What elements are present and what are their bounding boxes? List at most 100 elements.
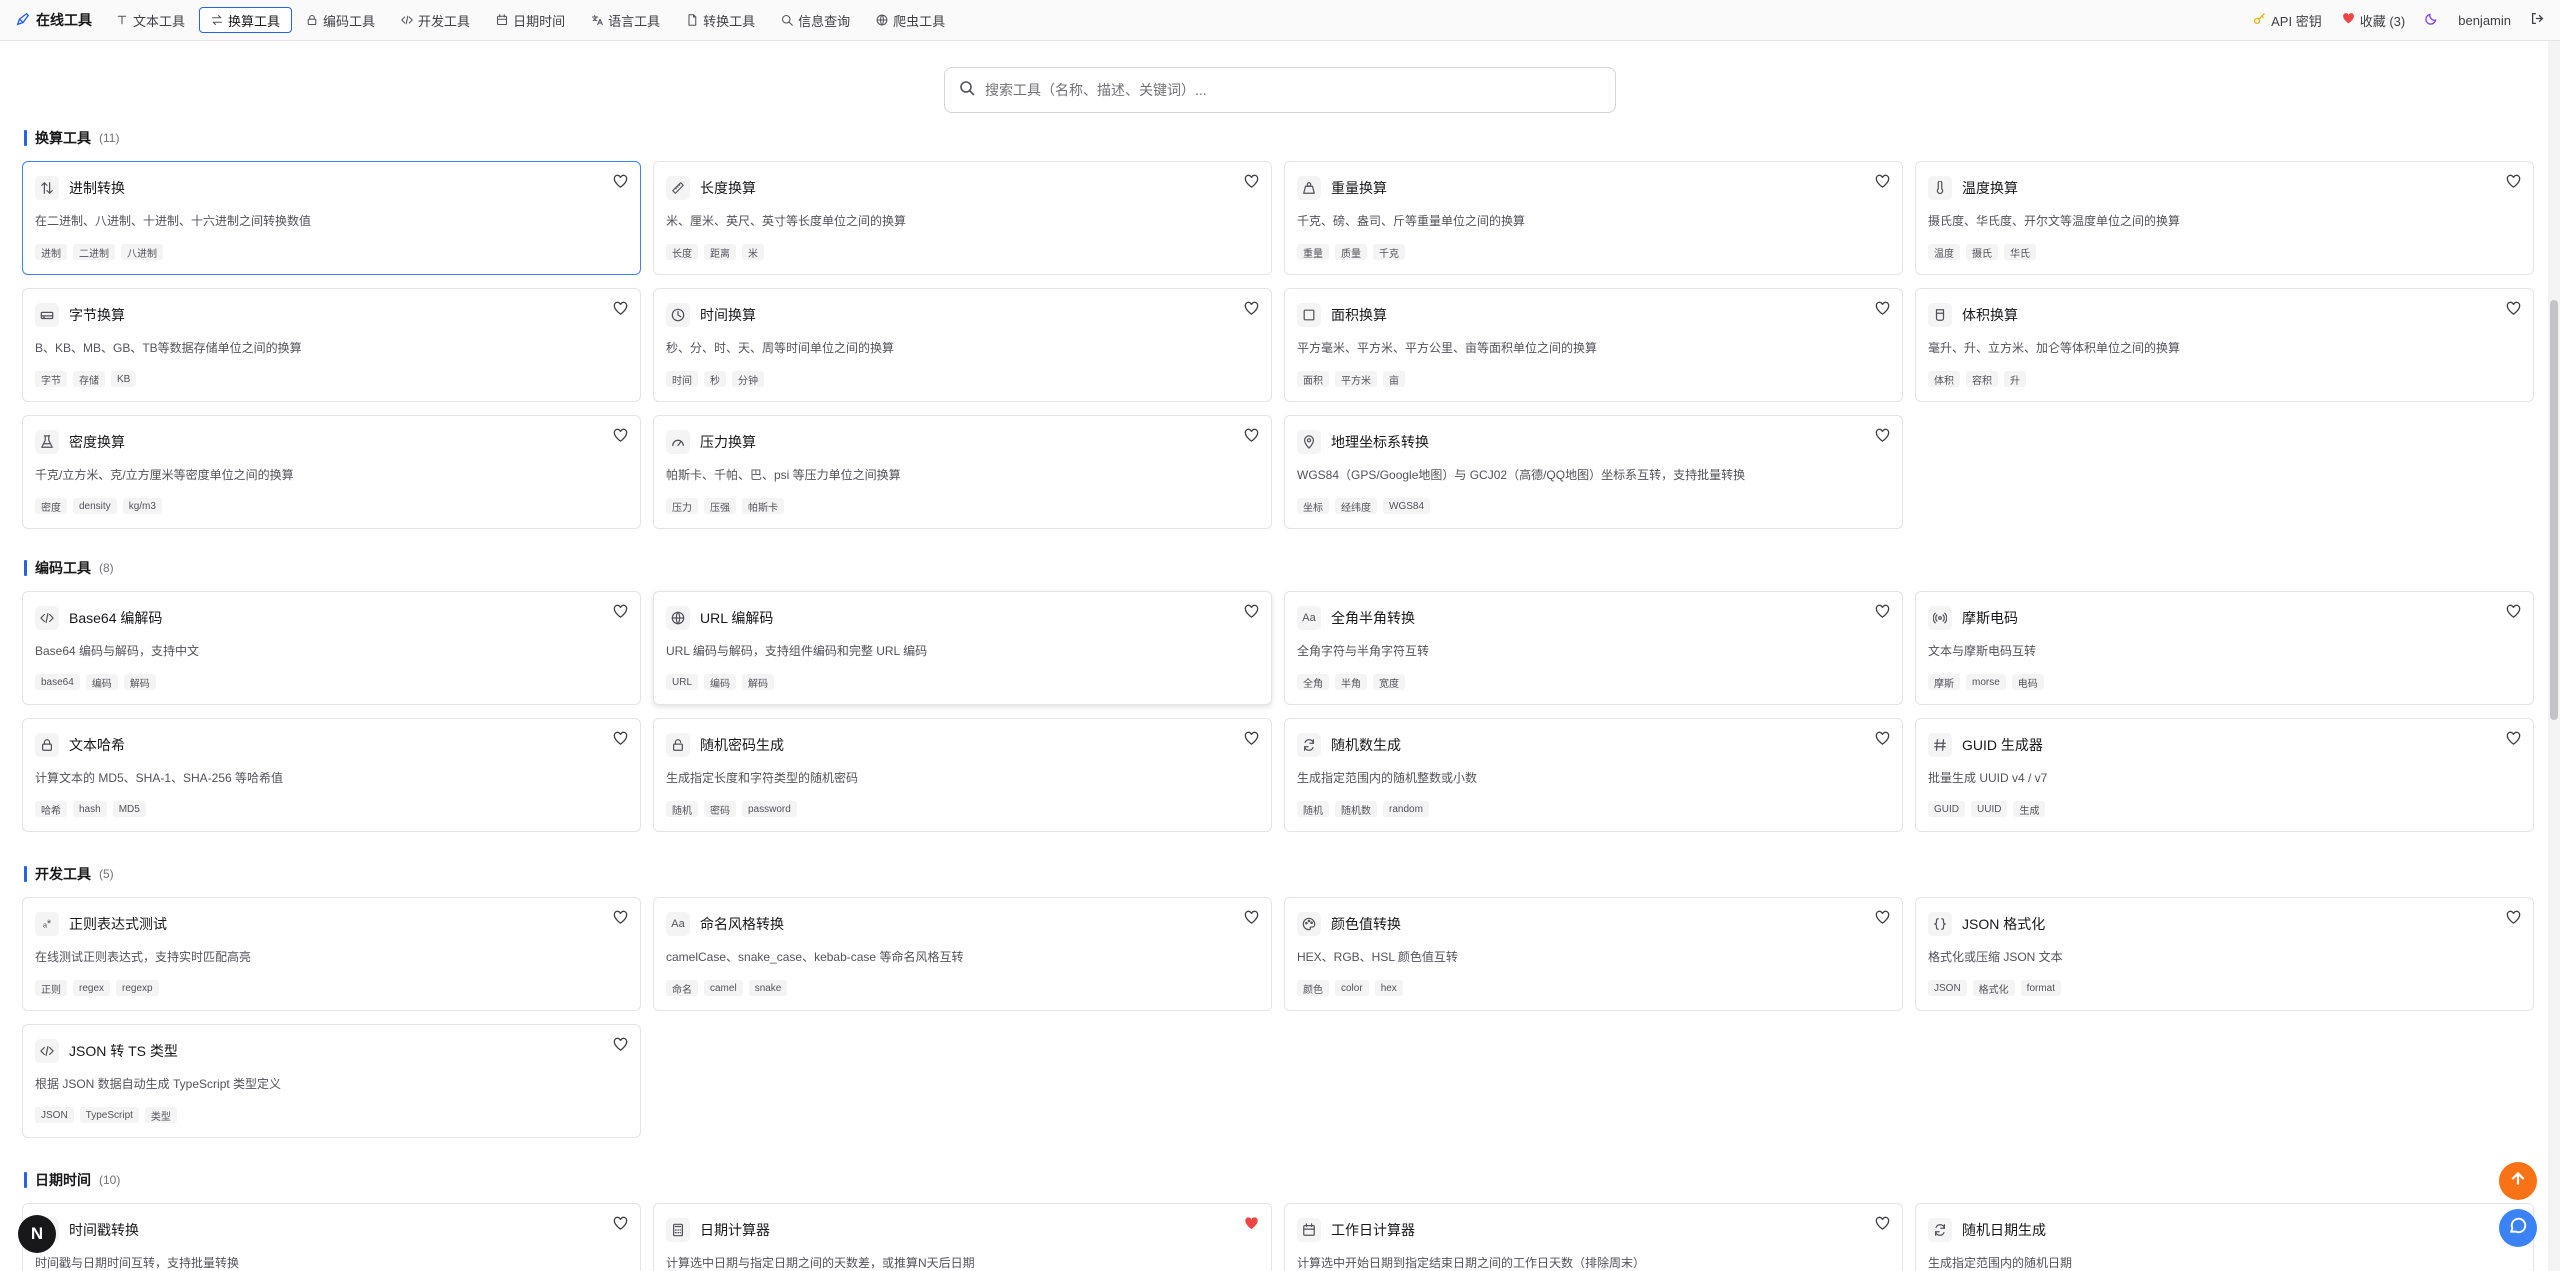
logout-button[interactable] (2531, 12, 2544, 28)
favorite-heart-icon[interactable] (613, 301, 628, 316)
favorite-heart-icon[interactable] (2506, 731, 2521, 746)
tool-card[interactable]: 重量换算 千克、磅、盎司、斤等重量单位之间的换算 重量 质量 千克 (1284, 161, 1903, 275)
favorite-heart-icon[interactable] (613, 1037, 628, 1052)
nav-tab-6[interactable]: 转换工具 (674, 7, 767, 33)
nav-tab-7[interactable]: 信息查询 (769, 7, 862, 33)
tool-card[interactable]: URL 编解码 URL 编码与解码，支持组件编码和完整 URL 编码 URL 编码 解码 (653, 591, 1272, 705)
favorite-heart-icon[interactable] (613, 174, 628, 189)
api-key-link[interactable]: API 密钥 (2253, 11, 2322, 30)
tool-card[interactable]: JSON 格式化 格式化或压缩 JSON 文本 JSON 格式化 format (1915, 897, 2534, 1011)
favorite-heart-icon[interactable] (1244, 174, 1259, 189)
favorite-heart-icon[interactable] (1244, 604, 1259, 619)
tool-tag: 秒 (704, 371, 726, 387)
tool-card[interactable]: 密度换算 千克/立方米、克/立方厘米等密度单位之间的换算 密度 density kg/m… (22, 415, 641, 529)
scrollbar-thumb[interactable] (2550, 300, 2558, 720)
tool-tag: 压力 (666, 498, 698, 514)
favorite-heart-icon[interactable] (1244, 428, 1259, 443)
tool-description: Base64 编码与解码，支持中文 (35, 644, 200, 658)
tool-tag: 密码 (704, 801, 736, 817)
tool-card[interactable]: 地理坐标系转换 WGS84（GPS/Google地图）与 GCJ02（高德/QQ地… (1284, 415, 1903, 529)
nav-tab-4[interactable]: 日期时间 (484, 7, 577, 33)
tool-card[interactable]: 摩斯电码 文本与摩斯电码互转 摩斯 morse 电码 (1915, 591, 2534, 705)
tool-card[interactable]: 压力换算 帕斯卡、千帕、巴、psi 等压力单位之间换算 压力 压强 帕斯卡 (653, 415, 1272, 529)
tool-description: 米、厘米、英尺、英寸等长度单位之间的换算 (666, 214, 907, 228)
tool-card[interactable]: 字节换算 B、KB、MB、GB、TB等数据存储单位之间的换算 字节 存储 KB (22, 288, 641, 402)
language-icon (591, 14, 603, 26)
favorite-heart-icon[interactable] (1875, 604, 1890, 619)
section-title: 开发工具 (35, 866, 91, 882)
favorite-heart-icon[interactable] (1875, 301, 1890, 316)
favorite-heart-icon[interactable] (2506, 174, 2521, 189)
n-badge-button[interactable]: N (18, 1215, 56, 1253)
tool-tag: 编码 (704, 674, 737, 690)
tool-description: 文本与摩斯电码互转 (1928, 644, 2037, 658)
favorite-heart-icon[interactable] (613, 428, 628, 443)
favorite-heart-icon[interactable] (2506, 604, 2521, 619)
tool-tag: 全角 (1297, 674, 1329, 690)
tool-card[interactable]: Aa 命名风格转换 camelCase、snake_case、kebab-case … (653, 897, 1272, 1011)
tool-description: camelCase、snake_case、kebab-case 等命名风格互转 (666, 950, 964, 964)
search-box[interactable] (944, 67, 1616, 113)
favorite-heart-icon[interactable] (1875, 910, 1890, 925)
favorite-heart-icon[interactable] (613, 604, 628, 619)
tool-tag: 长度 (666, 244, 698, 260)
logout-icon (2531, 12, 2544, 28)
tool-card[interactable]: 随机数生成 生成指定范围内的随机整数或小数 随机 随机数 random (1284, 718, 1903, 832)
favorite-heart-icon[interactable] (1875, 1216, 1890, 1231)
favorite-heart-icon[interactable] (1875, 428, 1890, 443)
brand-logo[interactable]: 在线工具 (16, 10, 92, 30)
tool-description: B、KB、MB、GB、TB等数据存储单位之间的换算 (35, 341, 302, 355)
tool-tag: 颜色 (1297, 980, 1329, 996)
favorite-heart-icon[interactable] (613, 1216, 628, 1231)
nav-tab-8[interactable]: 爬虫工具 (864, 7, 957, 33)
tool-card[interactable]: 面积换算 平方毫米、平方米、平方公里、亩等面积单位之间的换算 面积 平方米亩 (1284, 288, 1903, 402)
user-menu[interactable]: benjamin (2458, 13, 2511, 28)
tool-description: 全角字符与半角字符互转 (1297, 644, 1430, 658)
tool-tag: regexp (116, 980, 159, 996)
tool-tag: 解码 (742, 674, 775, 690)
nav-tab-0[interactable]: 文本工具 (104, 7, 197, 33)
nav-tab-2[interactable]: 编码工具 (294, 7, 387, 33)
tool-card[interactable]: 工作日计算器 计算选中开始日期到指定结束日期之间的工作日天数（排除周末） (1284, 1203, 1903, 1271)
tool-description: 时间戳与日期时间互转，支持批量转换 (35, 1256, 240, 1270)
tool-card[interactable]: 长度换算 米、厘米、英尺、英寸等长度单位之间的换算 长度 距离米 (653, 161, 1272, 275)
favorite-heart-icon[interactable] (2506, 910, 2521, 925)
scroll-to-top-button[interactable] (2499, 1162, 2537, 1200)
tool-card[interactable]: 体积换算 毫升、升、立方米、加仑等体积单位之间的换算 体积 容积升 (1915, 288, 2534, 402)
tool-card[interactable]: Aa 全角半角转换 全角字符与半角字符互转 全角 半角 宽度 (1284, 591, 1903, 705)
tool-card[interactable]: 时间戳转换 时间戳与日期时间互转，支持批量转换 (22, 1203, 641, 1271)
favorites-link[interactable]: 收藏 (3) (2342, 11, 2405, 30)
favorite-heart-icon[interactable] (1875, 174, 1890, 189)
favorite-heart-icon[interactable] (613, 731, 628, 746)
tool-card[interactable]: 温度换算 摄氏度、华氏度、开尔文等温度单位之间的换算 温度 摄氏 华氏 (1915, 161, 2534, 275)
tool-card[interactable]: 进制转换 在二进制、八进制、十进制、十六进制之间转换数值 进制 二进制 八进制 (22, 161, 641, 275)
favorite-heart-icon[interactable] (2506, 301, 2521, 316)
chat-button[interactable] (2499, 1209, 2537, 1247)
tool-card[interactable]: Base64 编解码 Base64 编码与解码，支持中文 base64 编码 解码 (22, 591, 641, 705)
nav-tab-5[interactable]: 语言工具 (579, 7, 672, 33)
tool-card[interactable]: 文本哈希 计算文本的 MD5、SHA-1、SHA-256 等哈希值 哈希 hash MD… (22, 718, 641, 832)
tool-card[interactable]: 日期计算器 计算选中日期与指定日期之间的天数差，或推算N天后日期 (653, 1203, 1272, 1271)
tool-card[interactable]: ₐ* 正则表达式测试 在线测试正则表达式，支持实时匹配高亮 正则 regex regexp (22, 897, 641, 1011)
tool-tag: WGS84 (1383, 498, 1431, 514)
tool-card[interactable]: JSON 转 TS 类型 根据 JSON 数据自动生成 TypeScript 类型… (22, 1024, 641, 1138)
tool-tag: 密度 (35, 498, 67, 514)
favorite-heart-icon[interactable] (1244, 731, 1259, 746)
tool-card[interactable]: 随机日期生成 生成指定范围内的随机日期 (1915, 1203, 2534, 1271)
nav-tab-3[interactable]: 开发工具 (389, 7, 482, 33)
tool-card[interactable]: 时间换算 秒、分、时、天、周等时间单位之间的换算 时间秒分钟 (653, 288, 1272, 402)
tool-title: GUID 生成器 (1962, 737, 2043, 753)
favorite-heart-icon[interactable] (1244, 910, 1259, 925)
tool-card-header: 压力换算 (666, 430, 756, 454)
tool-card[interactable]: GUID 生成器 批量生成 UUID v4 / v7 GUID UUID 生成 (1915, 718, 2534, 832)
favorite-heart-icon[interactable] (1244, 1216, 1259, 1231)
section-count: (8) (99, 561, 114, 575)
search-input[interactable] (985, 82, 1601, 98)
favorite-heart-icon[interactable] (1244, 301, 1259, 316)
theme-toggle[interactable] (2425, 12, 2438, 28)
tool-card[interactable]: 随机密码生成 生成指定长度和字符类型的随机密码 随机 密码 password (653, 718, 1272, 832)
favorite-heart-icon[interactable] (1875, 731, 1890, 746)
favorite-heart-icon[interactable] (613, 910, 628, 925)
nav-tab-1[interactable]: 换算工具 (199, 7, 293, 33)
tool-card[interactable]: 颜色值转换 HEX、RGB、HSL 颜色值互转 颜色 color hex (1284, 897, 1903, 1011)
